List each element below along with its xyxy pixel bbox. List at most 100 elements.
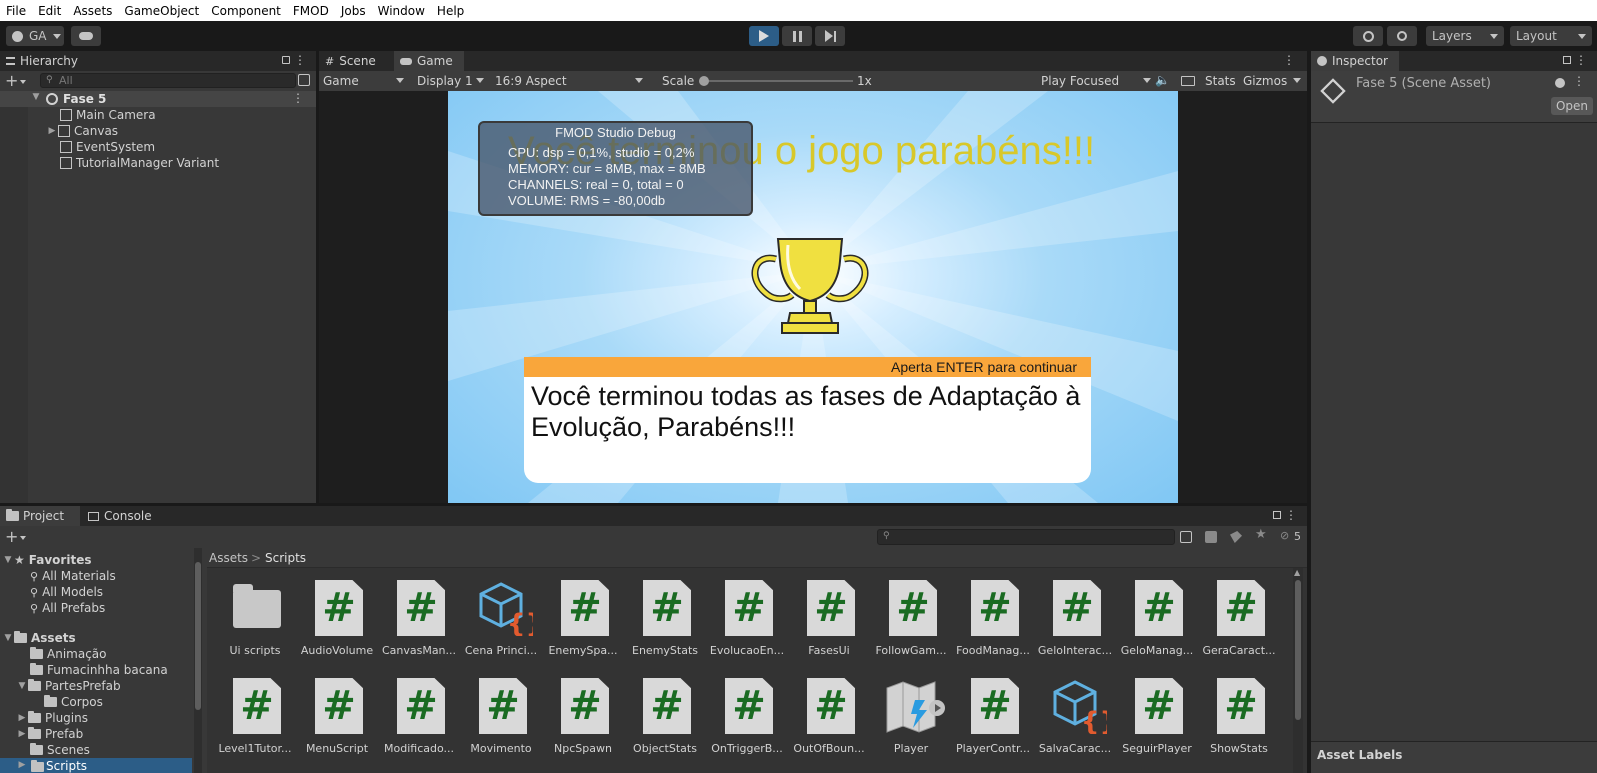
scene-row[interactable]: ▼ Fase 5 ⋮ [0, 91, 316, 107]
menu-fmod[interactable]: FMOD [287, 4, 335, 18]
asset-script[interactable]: # FasesUi [793, 574, 865, 662]
asset-script[interactable]: # OutOfBoun... [793, 672, 865, 760]
asset-script[interactable]: # GeraCaract... [1202, 574, 1276, 662]
asset-script[interactable]: # EnemyStats [629, 574, 701, 662]
expand-arrow-icon[interactable]: ▼ [2, 555, 14, 565]
folder-prefab[interactable]: ▶ Prefab [16, 726, 83, 742]
menu-file[interactable]: File [0, 4, 32, 18]
menu-component[interactable]: Component [205, 4, 287, 18]
menu-jobs[interactable]: Jobs [335, 4, 372, 18]
filter-type-icon[interactable] [1205, 531, 1217, 543]
aspect-dropdown[interactable]: 16:9 Aspect [491, 72, 647, 90]
asset-scene[interactable]: {} SalvaCarac... [1039, 672, 1111, 760]
scene-visibility-icon[interactable] [298, 74, 310, 86]
hierarchy-search-input[interactable]: ⚲ All [40, 73, 296, 88]
hierarchy-item-tutorialmanager[interactable]: TutorialManager Variant [60, 155, 219, 171]
tab-scene[interactable]: # Scene [319, 51, 393, 71]
assets-root[interactable]: ▼ Assets [2, 630, 76, 646]
hidden-packages-icon[interactable]: ⊘ [1280, 529, 1289, 542]
asset-script[interactable]: # Movimento [465, 672, 537, 760]
hierarchy-item-eventsystem[interactable]: EventSystem [60, 139, 155, 155]
asset-script[interactable]: # FoodManag... [956, 574, 1030, 662]
step-button[interactable] [815, 26, 845, 46]
folder-plugins[interactable]: ▶ Plugins [16, 710, 88, 726]
asset-script[interactable]: # Level1Tutor... [218, 672, 292, 760]
expand-arrow-icon[interactable]: ▼ [16, 681, 28, 691]
scale-slider[interactable] [699, 76, 853, 86]
menu-gameobject[interactable]: GameObject [118, 4, 205, 18]
folder-scripts-selected[interactable]: ▶ Scripts [0, 758, 192, 773]
folder-scenes[interactable]: Scenes [30, 742, 90, 758]
more-icon[interactable]: ⋮ [1283, 53, 1295, 67]
folder-partesprefab[interactable]: ▼ PartesPrefab [16, 678, 121, 694]
asset-script[interactable]: # MenuScript [301, 672, 373, 760]
lock-icon[interactable] [1273, 511, 1281, 519]
chevron-down-icon[interactable] [20, 80, 26, 84]
asset-script[interactable]: # GeloInterac... [1038, 574, 1112, 662]
folder-fumacinhha[interactable]: Fumacinhha bacana [30, 662, 168, 678]
favorite-all-models[interactable]: ⚲ All Models [30, 584, 103, 600]
asset-script[interactable]: # ObjectStats [629, 672, 701, 760]
cloud-button[interactable] [71, 26, 101, 46]
tab-game[interactable]: Game [394, 51, 464, 71]
folder-tree-scrollbar[interactable] [194, 548, 202, 773]
project-search-input[interactable]: ⚲ [877, 529, 1175, 545]
open-button[interactable]: Open [1551, 97, 1593, 115]
layers-dropdown[interactable]: Layers [1426, 26, 1504, 46]
hierarchy-tab[interactable]: Hierarchy [6, 54, 78, 68]
scale-slider-thumb[interactable] [699, 76, 709, 86]
favorites-section[interactable]: ▼ ★ Favorites [2, 552, 92, 568]
display-dropdown[interactable]: Display 1 [413, 72, 488, 90]
asset-script[interactable]: # CanvasMan... [382, 574, 456, 662]
asset-script[interactable]: # GeloManag... [1121, 574, 1193, 662]
favorite-all-prefabs[interactable]: ⚲ All Prefabs [30, 600, 105, 616]
layout-dropdown[interactable]: Layout [1510, 26, 1592, 46]
game-mode-dropdown[interactable]: Game [319, 72, 408, 90]
expand-arrow-icon[interactable]: ▶ [46, 126, 58, 136]
add-icon[interactable]: + [5, 527, 18, 546]
label-icon[interactable] [1230, 531, 1242, 543]
hierarchy-item-main-camera[interactable]: Main Camera [60, 107, 156, 123]
asset-script[interactable]: # AudioVolume [301, 574, 373, 662]
tab-console[interactable]: Console [82, 506, 162, 526]
star-icon[interactable]: ★ [1255, 527, 1267, 542]
play-mode-dropdown[interactable]: Play Focused [1037, 72, 1155, 90]
asset-script[interactable]: # PlayerContr... [956, 672, 1030, 760]
scrollbar-thumb[interactable] [1295, 580, 1301, 720]
expand-arrow-icon[interactable]: ▼ [2, 633, 14, 643]
more-icon[interactable]: ⋮ [292, 91, 304, 105]
search-by-type-icon[interactable] [1180, 531, 1192, 543]
asset-scene[interactable]: {} Cena Princi... [465, 574, 537, 662]
expand-arrow-icon[interactable]: ▶ [16, 729, 28, 739]
breadcrumb-scripts[interactable]: Scripts [265, 551, 306, 565]
asset-script[interactable]: # EnemySpa... [547, 574, 619, 662]
menu-help[interactable]: Help [431, 4, 470, 18]
asset-script[interactable]: # FollowGam... [875, 574, 947, 662]
lock-icon[interactable] [1563, 56, 1571, 64]
asset-script[interactable]: # Modificado... [383, 672, 455, 760]
more-icon[interactable]: ⋮ [1573, 74, 1585, 88]
menu-assets[interactable]: Assets [67, 4, 118, 18]
inspector-tab[interactable]: Inspector [1311, 51, 1399, 71]
favorite-all-materials[interactable]: ⚲ All Materials [30, 568, 116, 584]
more-icon[interactable]: ⋮ [294, 53, 306, 67]
menu-edit[interactable]: Edit [32, 4, 67, 18]
game-canvas[interactable]: Você terminou o jogo parabéns!!! FMOD St… [448, 91, 1178, 503]
pause-button[interactable] [782, 26, 812, 46]
tab-project[interactable]: Project [0, 506, 80, 526]
history-button[interactable] [1353, 26, 1383, 46]
keyboard-icon[interactable] [1181, 76, 1195, 86]
asset-script[interactable]: # OnTriggerB... [711, 672, 783, 760]
play-button[interactable] [749, 26, 779, 46]
lock-icon[interactable] [282, 56, 290, 64]
chevron-down-icon[interactable] [20, 536, 26, 540]
account-dropdown[interactable]: GA [6, 26, 64, 46]
expand-arrow-icon[interactable]: ▼ [30, 92, 42, 102]
scrollbar-thumb[interactable] [195, 562, 201, 710]
mute-audio-icon[interactable]: 🔈 [1155, 73, 1170, 87]
folder-animacao[interactable]: Animação [30, 646, 106, 662]
stats-button[interactable]: Stats [1205, 74, 1236, 88]
search-button[interactable] [1387, 26, 1417, 46]
asset-script[interactable]: # EvolucaoEn... [710, 574, 784, 662]
asset-script[interactable]: # NpcSpawn [547, 672, 619, 760]
